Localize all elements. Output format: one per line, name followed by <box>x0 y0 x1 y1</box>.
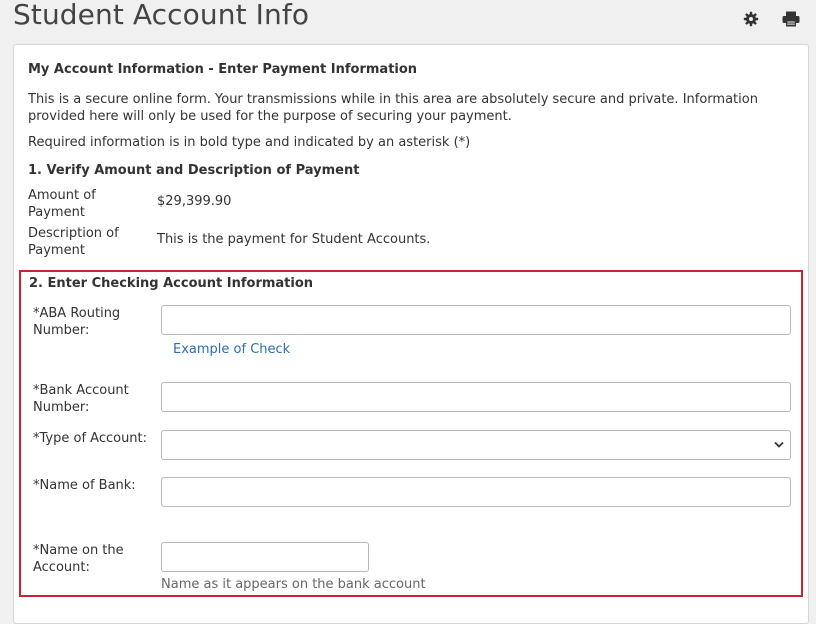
bank-name-label: *Name of Bank: <box>33 478 136 493</box>
required-note: Required information is in bold type and… <box>28 135 471 150</box>
account-name-label: *Name on the Account: <box>33 543 124 575</box>
page-title: Student Account Info <box>13 0 310 31</box>
account-type-label: *Type of Account: <box>33 431 148 446</box>
header-icons <box>720 10 800 28</box>
account-name-input[interactable] <box>161 542 369 572</box>
intro-text: This is a secure online form. Your trans… <box>28 92 758 124</box>
section-checking-title: 2. Enter Checking Account Information <box>29 276 314 291</box>
section-verify-title: 1. Verify Amount and Description of Paym… <box>28 163 360 178</box>
amount-label: Amount of Payment <box>28 188 96 220</box>
gear-icon <box>743 11 759 27</box>
bank-name-input[interactable] <box>161 477 791 507</box>
account-number-input[interactable] <box>161 382 791 412</box>
account-name-help: Name as it appears on the bank account <box>161 577 426 592</box>
payment-card: My Account Information - Enter Payment I… <box>13 44 809 624</box>
print-button[interactable] <box>782 10 800 28</box>
chevron-down-icon <box>774 441 784 448</box>
example-of-check-link[interactable]: Example of Check <box>173 342 290 357</box>
routing-label: *ABA Routing Number: <box>33 306 121 338</box>
description-label: Description of Payment <box>28 226 119 258</box>
card-heading: My Account Information - Enter Payment I… <box>28 62 418 77</box>
print-icon <box>782 11 800 27</box>
account-type-select[interactable] <box>161 430 791 460</box>
settings-button[interactable] <box>742 10 760 28</box>
description-value: This is the payment for Student Accounts… <box>157 232 431 247</box>
checking-section-highlight: 2. Enter Checking Account Information *A… <box>19 270 803 597</box>
account-number-label: *Bank Account Number: <box>33 383 129 415</box>
amount-value: $29,399.90 <box>157 194 232 209</box>
routing-number-input[interactable] <box>161 305 791 335</box>
